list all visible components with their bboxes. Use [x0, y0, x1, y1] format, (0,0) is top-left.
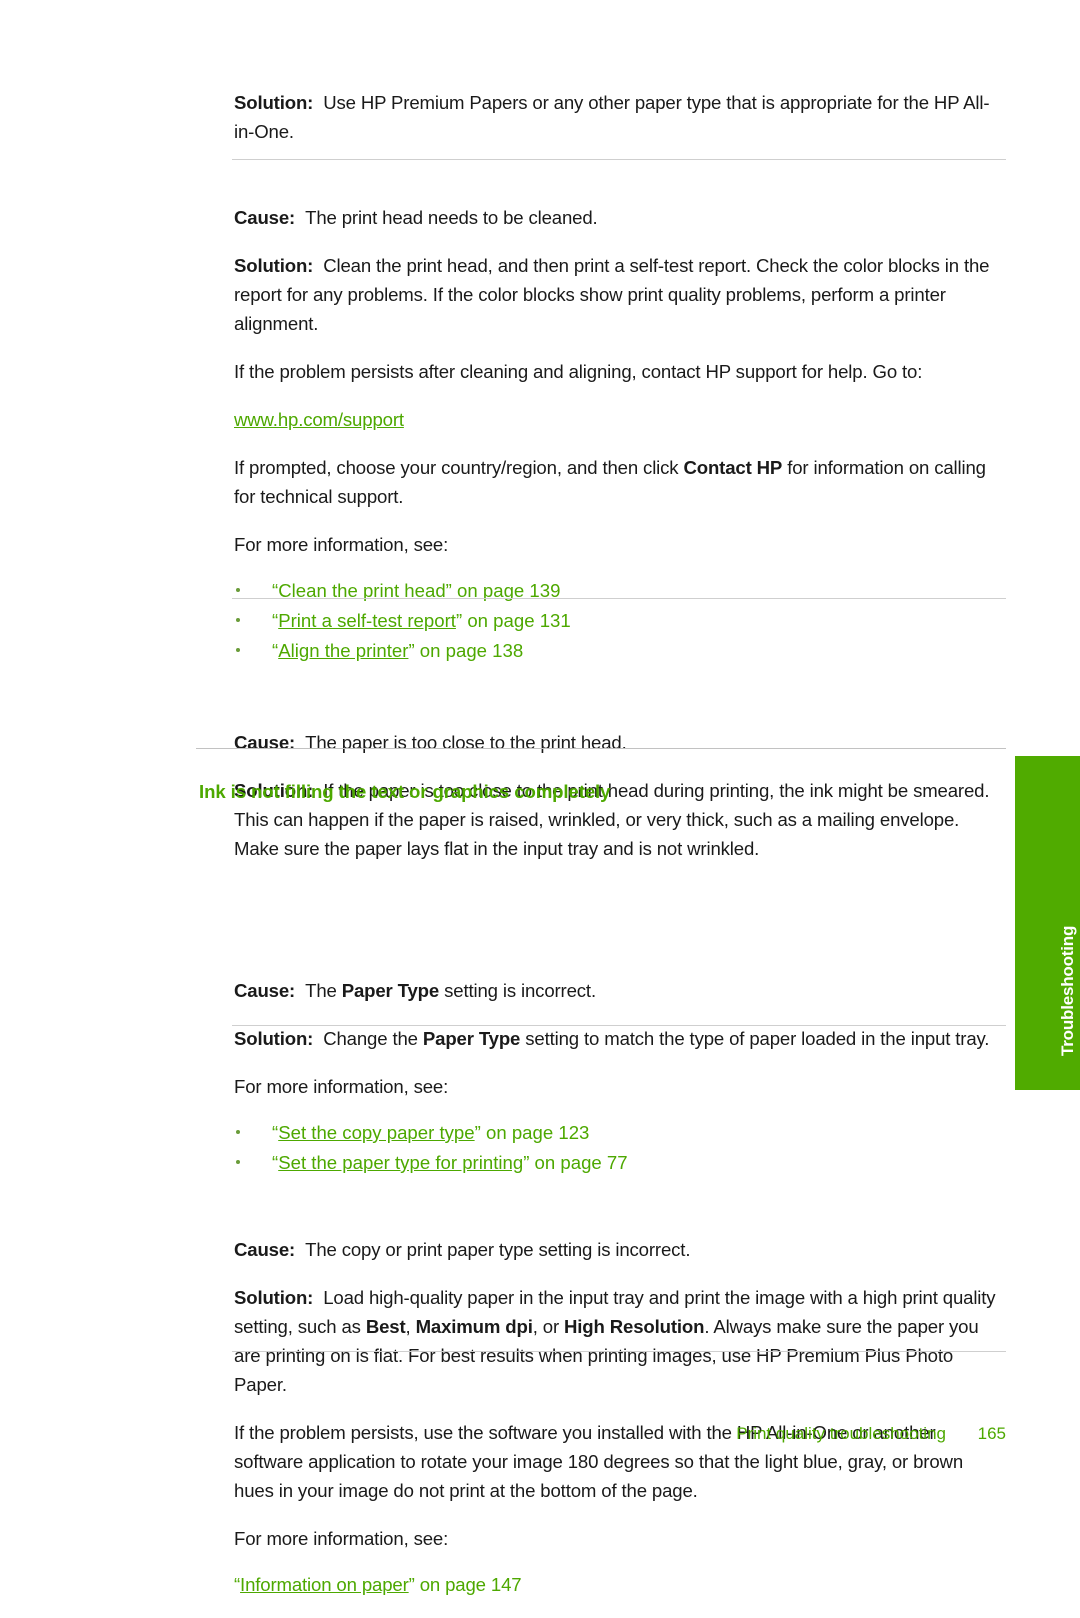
- paragraph-more-info-3: For more information, see:: [234, 1524, 1006, 1553]
- text-more-info-3: For more information, see:: [234, 1528, 449, 1549]
- text-more-info-2: For more information, see:: [234, 1076, 449, 1097]
- text-solution-5-sep-1: ,: [405, 1316, 416, 1337]
- label-solution: Solution:: [234, 1028, 314, 1049]
- text-cause-3-after: setting is incorrect.: [439, 980, 596, 1001]
- paragraph-solution-4: Solution: Change the Paper Type setting t…: [234, 1024, 1006, 1053]
- text-cause-3-bold: Paper Type: [341, 980, 440, 1001]
- link-list-2: “Set the copy paper type” on page 123 “S…: [234, 1118, 1006, 1178]
- page-content: Solution: Use HP Premium Papers or any ot…: [234, 88, 1006, 1618]
- section-divider: [232, 1025, 1006, 1026]
- text-prompted-before: If prompted, choose your country/region,…: [234, 457, 684, 478]
- list-item[interactable]: “Set the paper type for printing” on pag…: [234, 1148, 1006, 1178]
- side-tab-label: Troubleshooting: [1057, 925, 1077, 1056]
- link-title[interactable]: Align the printer: [278, 640, 408, 661]
- label-cause: Cause:: [234, 1239, 296, 1260]
- paragraph-cause-1: Cause: The print head needs to be cleaned…: [234, 203, 1006, 232]
- paragraph-cause-4: Cause: The copy or print paper type setti…: [234, 1235, 1006, 1264]
- label-solution: Solution:: [234, 1287, 314, 1308]
- link-title[interactable]: Information on paper: [240, 1574, 409, 1595]
- document-page: Solution: Use HP Premium Papers or any ot…: [0, 0, 1080, 1595]
- section-divider: [232, 1351, 1006, 1352]
- text-persist-1: If the problem persists after cleaning a…: [234, 361, 923, 382]
- bullet-icon: [236, 588, 240, 592]
- section-divider: [232, 598, 1006, 599]
- label-cause: Cause:: [234, 732, 296, 753]
- label-cause: Cause:: [234, 207, 296, 228]
- link-list-1: “Clean the print head” on page 139 “Prin…: [234, 576, 1006, 666]
- section-divider: [196, 748, 1006, 749]
- text-solution-5-sep-2: , or: [532, 1316, 565, 1337]
- text-solution-1: Use HP Premium Papers or any other paper…: [234, 92, 990, 142]
- link-page-ref: on page 131: [462, 610, 571, 631]
- link-page-ref: on page 77: [529, 1152, 628, 1173]
- link-title[interactable]: Print a self-test report: [278, 610, 456, 631]
- text-solution-4-bold: Paper Type: [422, 1028, 521, 1049]
- text-solution-4-before: Change the: [323, 1028, 423, 1049]
- link-page-ref: on page 147: [414, 1574, 522, 1595]
- text-cause-1: The print head needs to be cleaned.: [305, 207, 598, 228]
- link-information-on-paper[interactable]: “Information on paper” on page 147: [234, 1574, 522, 1595]
- text-more-info-1: For more information, see:: [234, 534, 449, 555]
- paragraph-solution-5: Solution: Load high-quality paper in the …: [234, 1283, 1006, 1399]
- paragraph-support-url: www.hp.com/support: [234, 405, 1006, 434]
- bullet-icon: [236, 618, 240, 622]
- section-divider: [232, 159, 1006, 160]
- list-item[interactable]: “Clean the print head” on page 139: [234, 576, 1006, 606]
- bullet-icon: [236, 1160, 240, 1164]
- link-print-self-test-report[interactable]: “Print a self-test report” on page 131: [272, 610, 571, 631]
- paragraph-more-info-2: For more information, see:: [234, 1072, 1006, 1101]
- text-solution-5-bold-2: Maximum dpi: [415, 1316, 533, 1337]
- paragraph-link-3: “Information on paper” on page 147: [234, 1570, 1006, 1599]
- paragraph-more-info-1: For more information, see:: [234, 530, 1006, 559]
- link-page-ref: on page 138: [414, 640, 524, 661]
- link-hp-support[interactable]: www.hp.com/support: [234, 409, 404, 430]
- link-align-the-printer[interactable]: “Align the printer” on page 138: [272, 640, 523, 661]
- text-solution-2: Clean the print head, and then print a s…: [234, 255, 990, 334]
- link-title[interactable]: Set the paper type for printing: [278, 1152, 523, 1173]
- footer-title: Print quality troubleshooting: [736, 1424, 946, 1443]
- paragraph-cause-2: Cause: The paper is too close to the prin…: [234, 728, 1006, 757]
- paragraph-solution-1: Solution: Use HP Premium Papers or any ot…: [234, 88, 1006, 146]
- text-solution-5-bold-1: Best: [365, 1316, 406, 1337]
- page-title: Ink is not filling the text or graphics …: [199, 781, 611, 802]
- label-cause: Cause:: [234, 980, 296, 1001]
- link-title[interactable]: Set the copy paper type: [278, 1122, 474, 1143]
- paragraph-cause-3: Cause: The Paper Type setting is incorrec…: [234, 976, 1006, 1005]
- text-cause-3-before: The: [305, 980, 342, 1001]
- list-item[interactable]: “Align the printer” on page 138: [234, 636, 1006, 666]
- label-solution: Solution:: [234, 255, 314, 276]
- text-prompted-bold: Contact HP: [683, 457, 783, 478]
- page-number: 165: [977, 1424, 1006, 1443]
- text-cause-2: The paper is too close to the print head…: [305, 732, 627, 753]
- side-tab-troubleshooting: Troubleshooting: [1015, 756, 1080, 1090]
- text-solution-5-bold-3: High Resolution: [564, 1316, 705, 1337]
- paragraph-prompted: If prompted, choose your country/region,…: [234, 453, 1006, 511]
- bullet-icon: [236, 1130, 240, 1134]
- paragraph-solution-2: Solution: Clean the print head, and then …: [234, 251, 1006, 338]
- text-solution-4-after: setting to match the type of paper loade…: [520, 1028, 990, 1049]
- list-item[interactable]: “Print a self-test report” on page 131: [234, 606, 1006, 636]
- label-solution: Solution:: [234, 92, 314, 113]
- list-item[interactable]: “Set the copy paper type” on page 123: [234, 1118, 1006, 1148]
- page-footer: Print quality troubleshooting 165: [0, 1424, 1006, 1444]
- link-set-paper-type-for-printing[interactable]: “Set the paper type for printing” on pag…: [272, 1152, 628, 1173]
- paragraph-persist-1: If the problem persists after cleaning a…: [234, 357, 1006, 386]
- link-set-copy-paper-type[interactable]: “Set the copy paper type” on page 123: [272, 1122, 589, 1143]
- link-page-ref: on page 123: [480, 1122, 590, 1143]
- bullet-icon: [236, 648, 240, 652]
- text-cause-4: The copy or print paper type setting is …: [305, 1239, 691, 1260]
